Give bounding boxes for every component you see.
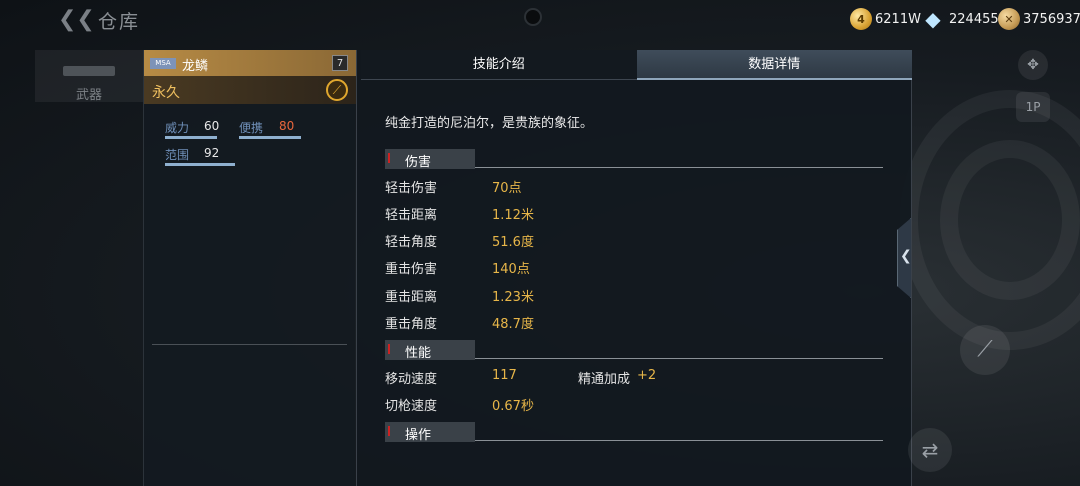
row-label: 重击伤害	[385, 262, 438, 277]
row-label: 切枪速度	[385, 399, 438, 414]
currency-honor-value: 3756937	[1023, 11, 1080, 27]
chevron-left-icon: ❮	[900, 248, 912, 264]
diamond-icon: ◆	[925, 7, 941, 31]
stat-bar	[165, 136, 217, 139]
row-label: 轻击角度	[385, 235, 438, 250]
top-bar: ❮❮ 仓库 4 6211W ◆ 224455 ✕ 3756937	[0, 0, 1080, 40]
weapon-info-panel: MSA 龙鳞 7 永久 ⟋ 威力 60 便携 80 范围 92	[143, 50, 356, 486]
weapon-description: 纯金打造的尼泊尔，是贵族的象征。	[385, 116, 594, 131]
row-value: 1.23米	[492, 290, 534, 305]
section-controls: 操作	[385, 422, 883, 444]
section-title: 伤害	[405, 155, 432, 170]
section-performance: 性能	[385, 340, 883, 362]
section-marker	[388, 153, 390, 163]
section-marker	[388, 344, 390, 354]
sidebar-tab-label: 武器	[75, 88, 102, 103]
data-row: 轻击距离 1.12米	[385, 204, 534, 223]
currency-gold[interactable]: 4 6211W	[850, 8, 921, 30]
section-damage: 伤害	[385, 149, 883, 171]
section-header: 性能	[385, 340, 475, 361]
weapon-name: 龙鳞	[182, 59, 209, 74]
view-toggle-button[interactable]: 1P	[1016, 92, 1050, 122]
weapon-name-bar: MSA 龙鳞 7	[144, 50, 356, 76]
page-title: 仓库	[98, 11, 141, 33]
row-label: 重击角度	[385, 317, 438, 332]
stat-bar	[239, 136, 301, 139]
stat-label: 便携	[239, 121, 264, 135]
stat-value: 92	[204, 146, 220, 160]
row-value: 1.12米	[492, 208, 534, 223]
honor-coin-icon: ✕	[998, 8, 1020, 30]
stat-bar	[165, 163, 235, 166]
background-target-ring-inner	[940, 140, 1080, 300]
section-underline	[475, 440, 883, 441]
currency-diamond-value: 224455	[949, 11, 999, 27]
stat-value: 80	[279, 119, 295, 133]
currency-gold-value: 6211W	[875, 11, 921, 27]
knife-icon[interactable]: ⟋	[960, 325, 1010, 375]
data-row: 轻击角度 51.6度	[385, 231, 534, 250]
currency-diamond[interactable]: ◆ 224455	[920, 7, 999, 31]
weapon-level-badge: 7	[332, 55, 348, 71]
renew-icon[interactable]: ⟋	[326, 79, 348, 101]
currency-honor[interactable]: ✕ 3756937	[998, 8, 1080, 30]
row-label: 重击距离	[385, 290, 438, 305]
data-row: 重击距离 1.23米	[385, 286, 534, 305]
detail-panel: 技能介绍 数据详情 纯金打造的尼泊尔，是贵族的象征。 伤害 轻击伤害 70点 轻…	[356, 50, 912, 486]
stat-range: 范围 92	[165, 146, 245, 166]
durability-text: 永久	[152, 85, 180, 101]
tab-data-details[interactable]: 数据详情	[636, 50, 912, 80]
section-header: 伤害	[385, 149, 475, 170]
row-label: 移动速度	[385, 372, 438, 387]
stat-label: 威力	[165, 121, 190, 135]
mastery-bonus-label: 精通加成	[578, 372, 631, 387]
row-value: 70点	[492, 181, 522, 196]
back-arrow-icon[interactable]: ❮❮	[58, 8, 95, 32]
section-marker	[388, 426, 390, 436]
rifle-icon	[63, 66, 115, 76]
stat-value: 60	[204, 119, 220, 133]
section-underline	[475, 167, 883, 168]
stat-label: 范围	[165, 148, 190, 162]
row-value: 117	[492, 368, 517, 383]
tab-skill-intro[interactable]: 技能介绍	[361, 50, 637, 80]
row-value: 51.6度	[492, 235, 534, 250]
row-value: 140点	[492, 262, 530, 277]
data-row: 切枪速度 0.67秒	[385, 395, 534, 414]
gold-coin-icon: 4	[850, 8, 872, 30]
camera-notch-icon	[524, 8, 542, 26]
swap-icon[interactable]: ⇄	[908, 428, 952, 472]
stat-portability: 便携 80	[239, 119, 309, 139]
row-value: 48.7度	[492, 317, 534, 332]
section-underline	[475, 358, 883, 359]
sidebar-tab-weapon[interactable]: 武器	[35, 50, 143, 103]
data-row: 重击伤害 140点	[385, 258, 530, 277]
row-value: 0.67秒	[492, 399, 534, 414]
section-title: 性能	[405, 346, 432, 361]
stat-power: 威力 60	[165, 119, 235, 139]
section-header: 操作	[385, 422, 475, 443]
section-title: 操作	[405, 428, 432, 443]
row-label: 轻击距离	[385, 208, 438, 223]
mastery-bonus-value: +2	[637, 368, 657, 383]
dpad-icon[interactable]: ✥	[1018, 50, 1048, 80]
tab-bar: 技能介绍 数据详情	[361, 50, 912, 80]
divider	[152, 344, 347, 345]
weapon-tag-badge: MSA	[150, 58, 176, 69]
row-label: 轻击伤害	[385, 181, 438, 196]
data-row: 轻击伤害 70点	[385, 177, 522, 196]
data-row: 移动速度 117 精通加成 +2	[385, 368, 656, 387]
durability-bar: 永久 ⟋	[144, 76, 356, 104]
data-row: 重击角度 48.7度	[385, 313, 534, 332]
